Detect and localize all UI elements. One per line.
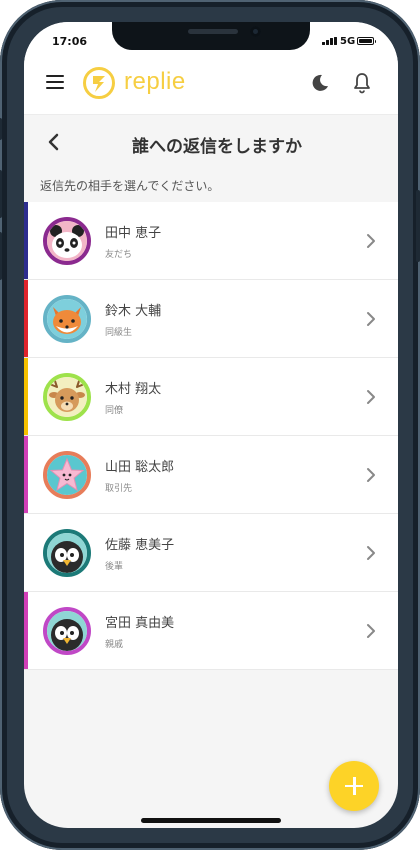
relation-color-bar (24, 358, 28, 435)
bell-icon[interactable] (352, 72, 372, 98)
contact-name: 鈴木 大輔 (105, 304, 162, 319)
power-button (416, 190, 420, 262)
chevron-right-icon (364, 467, 378, 487)
contact-name: 佐藤 恵美子 (105, 538, 175, 553)
relation-color-bar (24, 280, 28, 357)
volume-up-button (0, 170, 2, 218)
title-bar: 誰への返信をしますか (24, 114, 398, 172)
contact-row[interactable]: 宮田 真由美 親戚 (24, 592, 398, 670)
chevron-right-icon (364, 623, 378, 643)
mute-switch (0, 118, 2, 140)
network-type: 5G (340, 36, 356, 47)
volume-down-button (0, 232, 2, 280)
avatar (43, 607, 91, 655)
contact-relation: 同級生 (105, 328, 133, 338)
contact-row[interactable]: 木村 翔太 同僚 (24, 358, 398, 436)
relation-color-bar (24, 202, 28, 279)
contact-row[interactable]: 田中 恵子 友だち (24, 202, 398, 280)
battery-icon (357, 37, 376, 45)
contact-name: 宮田 真由美 (105, 616, 175, 631)
signal-icon (322, 37, 337, 45)
logo-icon (82, 66, 116, 104)
speaker (188, 29, 238, 34)
front-camera (250, 26, 261, 37)
app-bar: replie (24, 54, 398, 115)
avatar (43, 529, 91, 577)
contact-relation: 取引先 (105, 484, 133, 494)
contact-relation: 友だち (105, 250, 133, 260)
contact-row[interactable]: 鈴木 大輔 同級生 (24, 280, 398, 358)
contact-name: 田中 恵子 (105, 226, 162, 241)
avatar (43, 373, 91, 421)
chevron-right-icon (364, 311, 378, 331)
contact-relation: 後輩 (105, 562, 124, 572)
menu-icon[interactable] (46, 74, 66, 90)
contact-row[interactable]: 山田 聡太郎 取引先 (24, 436, 398, 514)
chevron-right-icon (364, 389, 378, 409)
contact-relation: 同僚 (105, 406, 124, 416)
relation-color-bar (24, 436, 28, 513)
contact-name: 山田 聡太郎 (105, 460, 175, 475)
contact-row[interactable]: 佐藤 恵美子 後輩 (24, 514, 398, 592)
notch (112, 22, 310, 50)
home-indicator (141, 818, 281, 823)
avatar (43, 295, 91, 343)
screen: 17:06 5G replie 誰への返信をしますか 返信先の相手を選んでくださ… (24, 22, 398, 828)
page-subtitle: 返信先の相手を選んでください。 (40, 179, 220, 193)
add-button[interactable] (329, 761, 379, 811)
status-time: 17:06 (52, 35, 88, 48)
contact-name: 木村 翔太 (105, 382, 162, 397)
chevron-right-icon (364, 233, 378, 253)
contact-list: 田中 恵子友だち鈴木 大輔同級生木村 翔太同僚山田 聡太郎取引先佐藤 恵美子後輩… (24, 202, 398, 670)
moon-icon[interactable] (310, 73, 330, 97)
phone-frame: 17:06 5G replie 誰への返信をしますか 返信先の相手を選んでくださ… (0, 0, 420, 850)
avatar (43, 451, 91, 499)
brand-name: replie (124, 68, 186, 95)
page-title: 誰への返信をしますか (132, 137, 302, 157)
relation-color-bar (24, 592, 28, 669)
relation-color-bar (24, 514, 28, 591)
chevron-right-icon (364, 545, 378, 565)
avatar (43, 217, 91, 265)
contact-relation: 親戚 (105, 640, 124, 650)
